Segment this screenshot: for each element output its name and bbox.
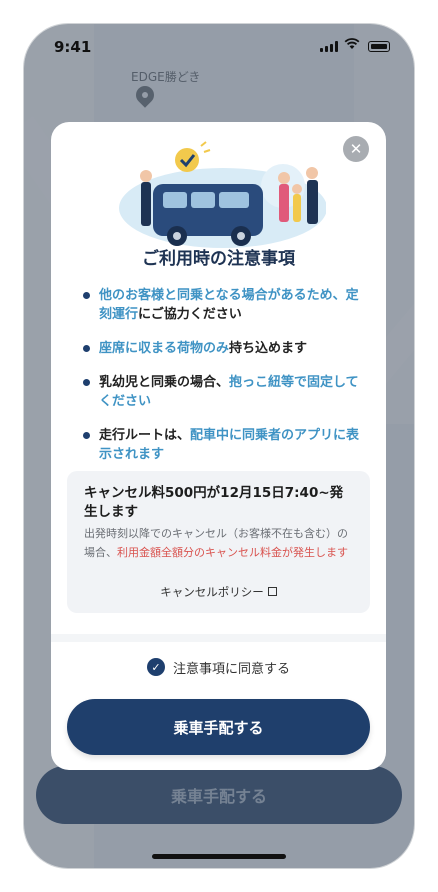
battery-icon [368,41,390,52]
notice-text: 走行ルートは、 [99,428,191,443]
notice-text: にご協力ください [138,307,242,322]
close-button[interactable]: ✕ [343,136,369,162]
notice-item: 乳幼児と同乗の場合、抱っこ紐等で固定してください [83,373,368,411]
notice-highlight-text: 座席に収まる荷物のみ [99,341,230,356]
notice-modal: ✕ ご利用時の注意事項 他のお客様と同乗となる場合があるため、定刻運行にご協力く… [51,122,386,770]
request-ride-button[interactable]: 乗車手配する [67,699,370,755]
notice-item: 他のお客様と同乗となる場合があるため、定刻運行にご協力ください [83,286,368,324]
notice-text: 乳幼児と同乗の場合、 [99,375,230,390]
cancel-fee-description: 出発時刻以降でのキャンセル（お客様不在も含む）の場合、利用金額全額分のキャンセル… [84,524,356,562]
notice-list: 他のお客様と同乗となる場合があるため、定刻運行にご協力ください 座席に収まる荷物… [83,286,368,479]
status-bar: 9:41 [24,24,414,68]
cellular-signal-icon [320,41,338,52]
cancel-policy-label[interactable]: キャンセルポリシー [160,585,264,599]
cancel-fee-heading: キャンセル料500円が12月15日7:40~発生します [84,485,344,520]
wifi-icon [344,38,360,54]
modal-title: ご利用時の注意事項 [142,249,295,269]
agree-checkbox-row[interactable]: ✓ 注意事項に同意する [51,654,386,680]
status-time: 9:41 [54,38,92,56]
home-indicator [152,854,286,859]
cancel-fee-box: キャンセル料500円が12月15日7:40~発生します 出発時刻以降でのキャンセ… [67,471,370,613]
bus-illustration [119,141,326,248]
notice-text: 持ち込めます [229,341,308,356]
notice-item: 走行ルートは、配車中に同乗者のアプリに表示されます [83,426,368,464]
cancel-fee-warning-text: 利用金額全額分のキャンセル料金が発生します [117,546,348,559]
section-divider [51,634,386,642]
external-link-icon [267,587,277,596]
cancel-policy-link[interactable]: キャンセルポリシー [67,584,370,600]
phone-frame: EDGE勝どき 乗車手配する 9:41 ✕ ご利用時の注意事項 他のお客様と同乗… [24,24,414,868]
notice-item: 座席に収まる荷物のみ持ち込めます [83,339,368,358]
checkmark-icon[interactable]: ✓ [146,658,165,676]
agree-label[interactable]: 注意事項に同意する [173,658,290,677]
close-icon: ✕ [349,140,363,158]
